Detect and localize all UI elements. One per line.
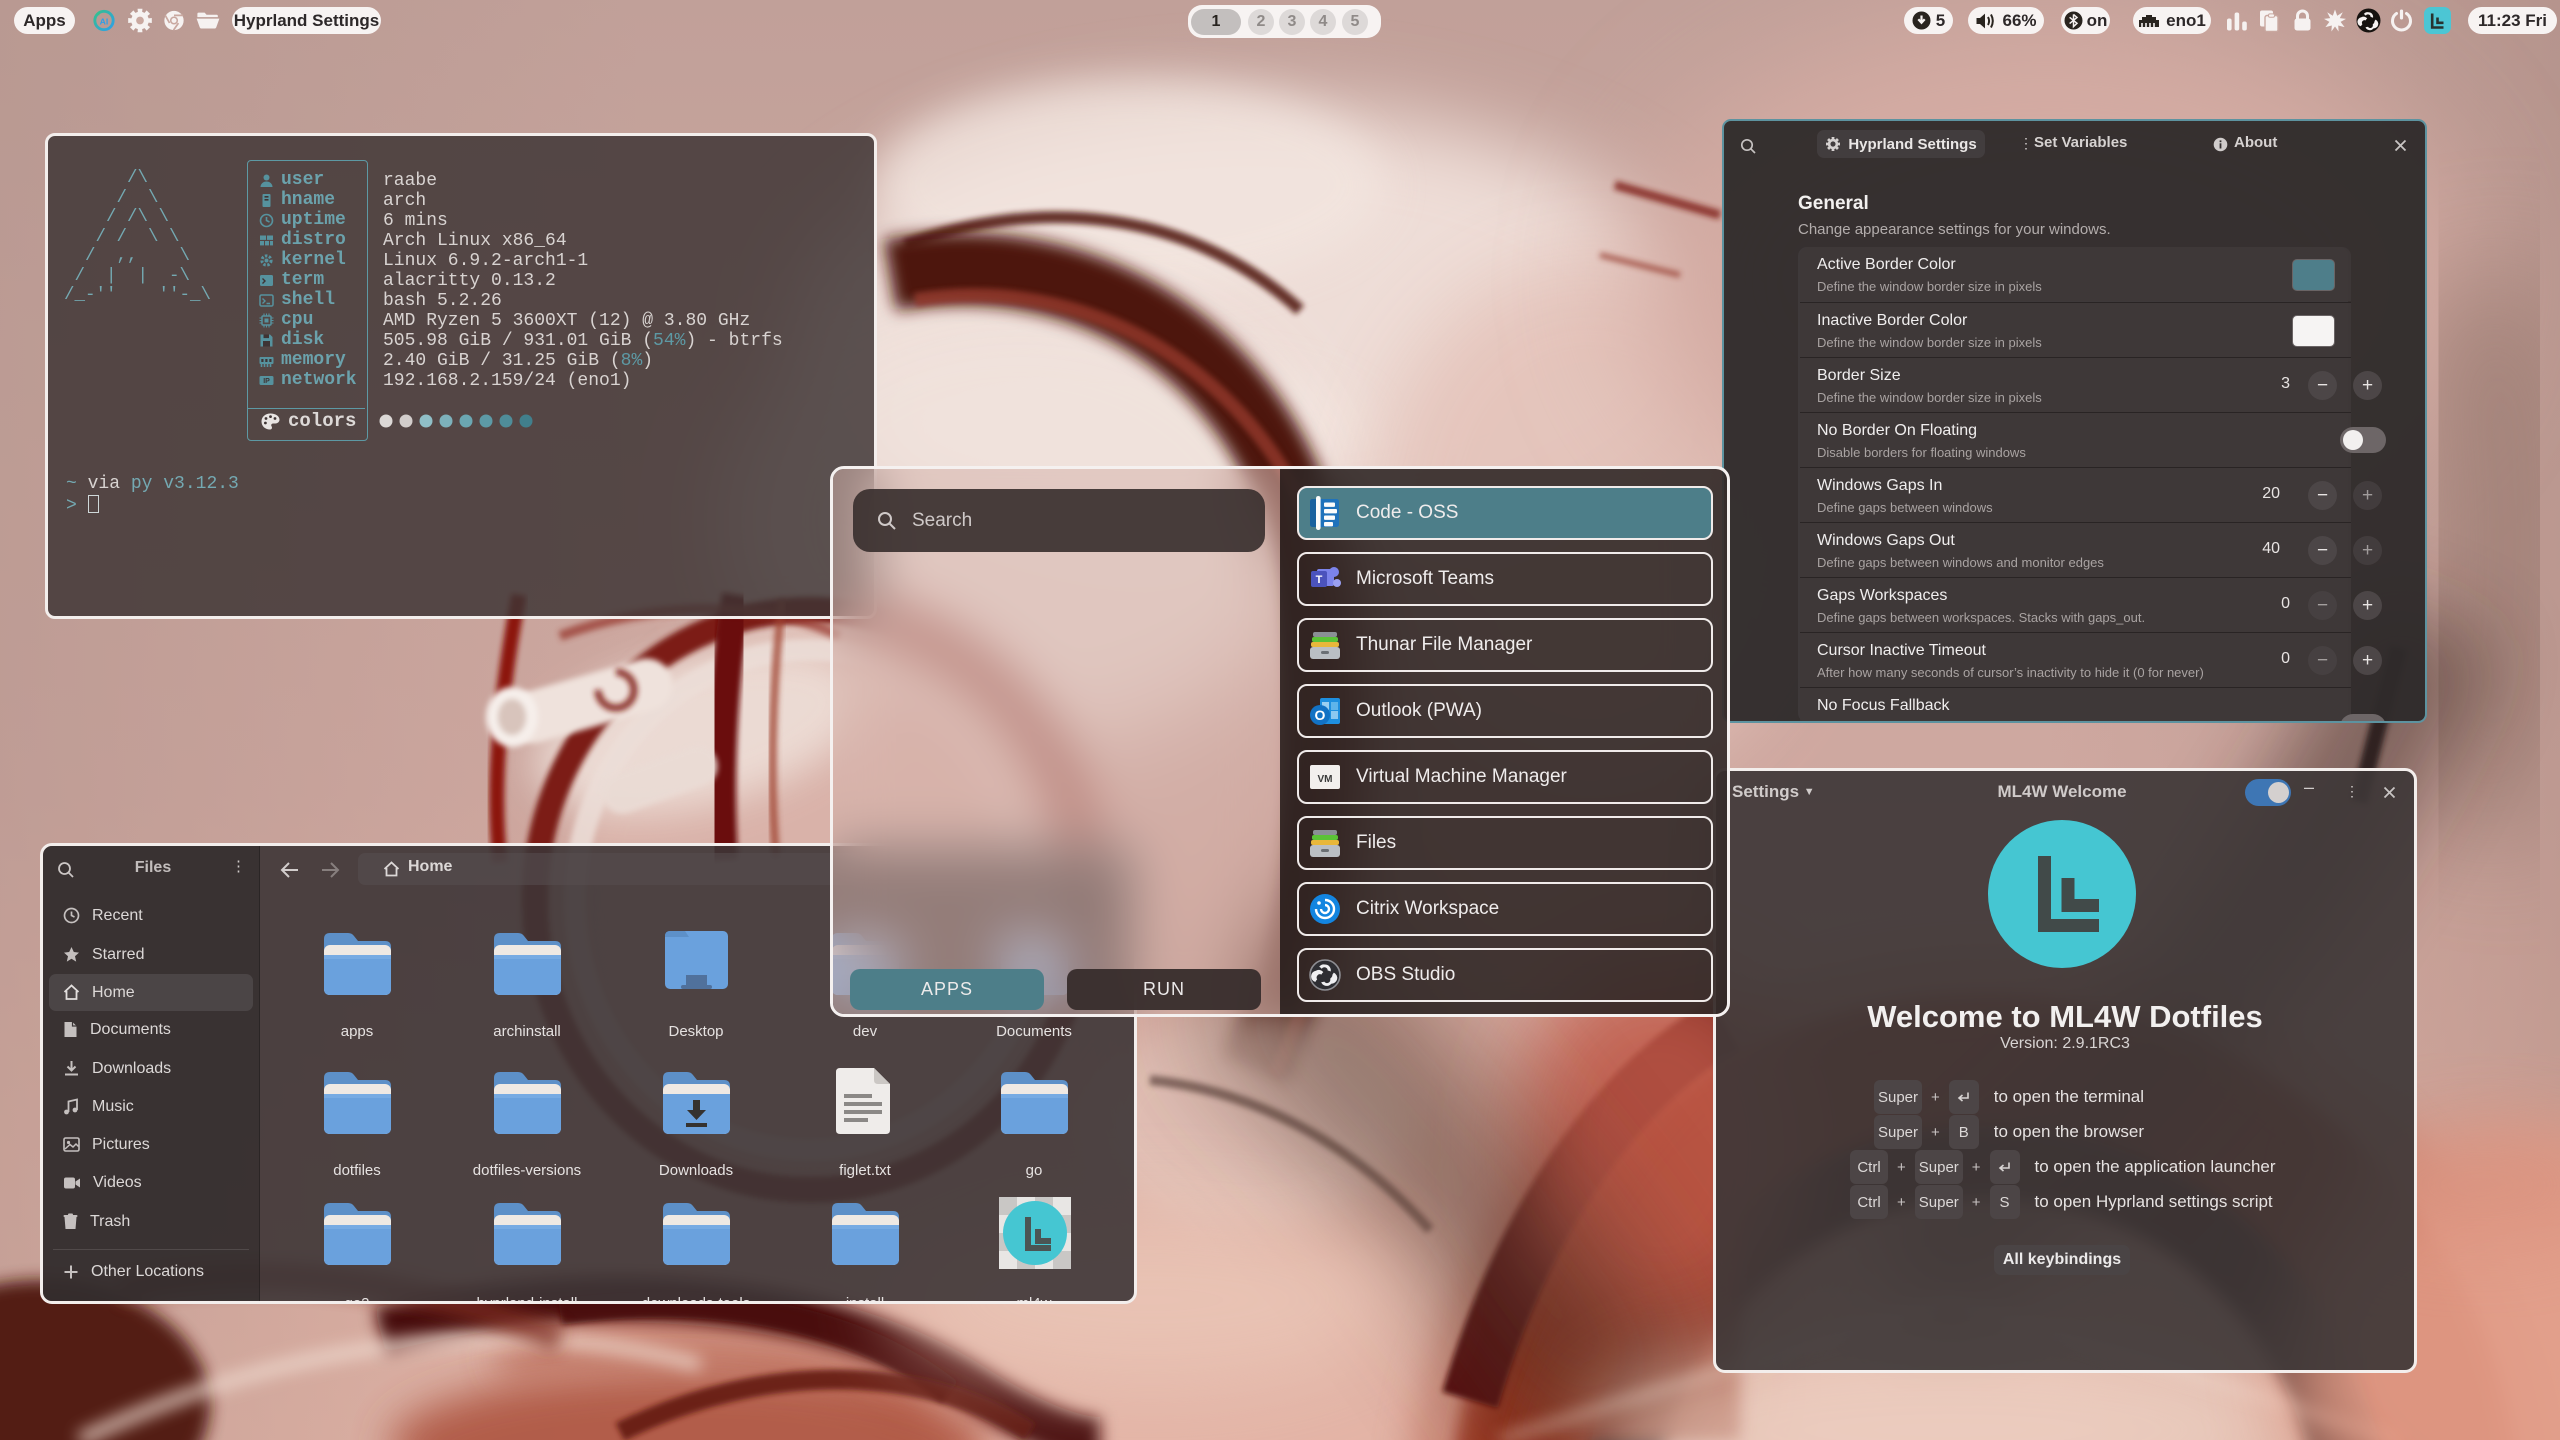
svg-text:VM: VM: [1318, 774, 1333, 785]
svg-text:AI: AI: [100, 16, 109, 26]
svg-text:IP: IP: [263, 378, 270, 385]
svg-text:T: T: [1316, 574, 1323, 586]
svg-text:O: O: [1315, 707, 1326, 723]
